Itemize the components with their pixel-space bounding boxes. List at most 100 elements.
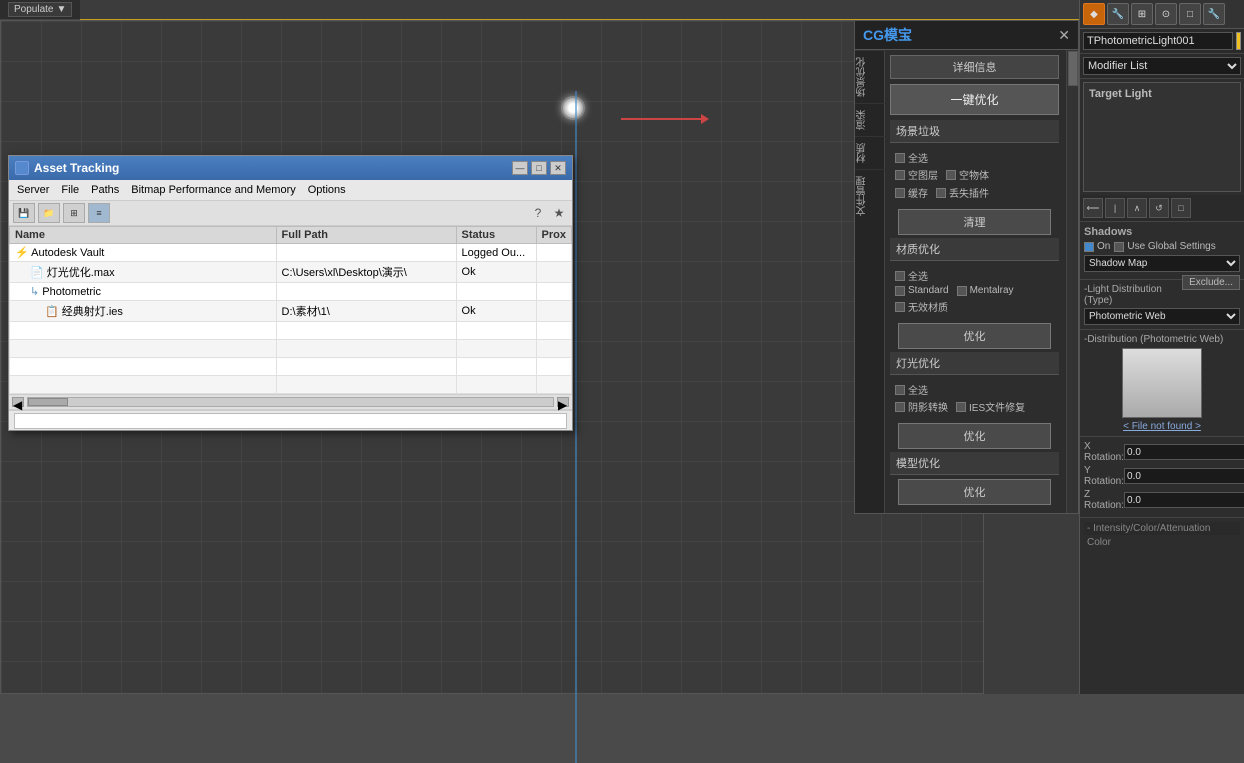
rp-icon-modify[interactable]: 🔧 (1107, 3, 1129, 25)
si-icon-refresh[interactable]: ↺ (1149, 198, 1169, 218)
at-horizontal-scrollbar[interactable]: ◀ ▶ (9, 395, 572, 410)
empty-layer-checkbox[interactable] (895, 170, 905, 180)
at-menu-options[interactable]: Options (302, 182, 352, 198)
target-light-section: Target Light (1083, 82, 1241, 192)
table-row[interactable] (10, 358, 572, 376)
shadows-global-checkbox[interactable] (1114, 242, 1124, 252)
cg-close-button[interactable]: ✕ (1058, 27, 1070, 44)
shadow-map-select[interactable]: Shadow Map (1084, 255, 1240, 272)
at-scroll-left-btn[interactable]: ◀ (12, 397, 24, 407)
at-menu-paths[interactable]: Paths (85, 182, 125, 198)
light-dist-select[interactable]: Photometric Web (1084, 308, 1240, 325)
rp-icon-display[interactable]: □ (1179, 3, 1201, 25)
object-name-input[interactable] (1083, 32, 1233, 50)
cg-tab-file[interactable]: 文件管理 (855, 169, 885, 222)
one-click-optimize-button[interactable]: 一键优化 (890, 84, 1059, 115)
at-save-button[interactable]: 💾 (13, 203, 35, 223)
rp-icon-hierarchy[interactable]: ⊞ (1131, 3, 1153, 25)
select-all-checkbox[interactable] (895, 153, 905, 163)
exclude-button[interactable]: Exclude... (1182, 275, 1240, 290)
cg-tab-scene[interactable]: 场景优化 (855, 50, 885, 103)
intensity-title[interactable]: - Intensity/Color/Attenuation (1084, 522, 1240, 535)
at-menu-bitmap[interactable]: Bitmap Performance and Memory (125, 182, 301, 198)
file-not-found-link[interactable]: < File not found > (1084, 421, 1240, 432)
mat-select-all-row: 全选 (895, 268, 1054, 283)
at-title-text: Asset Tracking (34, 161, 119, 175)
empty-layer-cb-item: 空图层 (895, 167, 938, 182)
at-help-icon[interactable]: ? (529, 204, 547, 222)
invalid-mat-checkbox[interactable] (895, 302, 905, 312)
at-scrollbar-track[interactable] (27, 397, 554, 407)
scene-garbage-title: 场景垃圾 (896, 126, 940, 138)
si-icon-back[interactable]: ⟵ (1083, 198, 1103, 218)
populate-button[interactable]: Populate ▼ (8, 2, 72, 17)
light-cb-row1: 阴影转换 IES文件修复 (895, 399, 1054, 414)
at-grid-button[interactable]: ⊞ (63, 203, 85, 223)
at-minimize-button[interactable]: — (512, 161, 528, 175)
missing-plugin-checkbox[interactable] (936, 188, 946, 198)
material-optimize-button[interactable]: 优化 (898, 323, 1050, 349)
at-close-button[interactable]: ✕ (550, 161, 566, 175)
si-icon-up[interactable]: ∧ (1127, 198, 1147, 218)
table-row[interactable]: ↳ Photometric (10, 283, 572, 301)
clean-button[interactable]: 清理 (898, 209, 1050, 235)
mentalray-checkbox[interactable] (957, 286, 967, 296)
empty-obj-checkbox[interactable] (946, 170, 956, 180)
table-row[interactable] (10, 340, 572, 358)
light-select-all-row: 全选 (895, 382, 1054, 397)
table-row[interactable]: 📄 灯光优化.max C:\Users\xl\Desktop\演示\ Ok (10, 262, 572, 283)
cg-tab-material[interactable]: 材质 (855, 136, 885, 169)
mentalray-cb-item: Mentalray (957, 285, 1014, 296)
empty-obj-label: 空物体 (959, 167, 989, 182)
y-rotation-label: Y Rotation: (1084, 465, 1124, 487)
rp-icon-utilities[interactable]: 🔧 (1203, 3, 1225, 25)
table-row[interactable] (10, 322, 572, 340)
x-rotation-input[interactable] (1124, 444, 1244, 460)
invalid-mat-label: 无效材质 (908, 299, 948, 314)
light-optimize-button[interactable]: 优化 (898, 423, 1050, 449)
ies-repair-checkbox[interactable] (956, 402, 966, 412)
cg-tab-render[interactable]: 渲染 (855, 103, 885, 136)
at-settings-icon[interactable]: ★ (550, 204, 568, 222)
at-cell-path (276, 283, 456, 301)
at-titlebar: Asset Tracking — □ ✕ (9, 156, 572, 180)
cache-checkbox[interactable] (895, 188, 905, 198)
table-row[interactable]: 📋 经典射灯.ies D:\素材\1\ Ok (10, 301, 572, 322)
light-select-all-checkbox[interactable] (895, 385, 905, 395)
at-cell-name: 📋 经典射灯.ies (10, 301, 277, 322)
rp-icon-diamond[interactable]: ◆ (1083, 3, 1105, 25)
at-maximize-button[interactable]: □ (531, 161, 547, 175)
shadow-convert-checkbox[interactable] (895, 402, 905, 412)
at-folder-button[interactable]: 📁 (38, 203, 60, 223)
at-menu-server[interactable]: Server (11, 182, 55, 198)
cg-scrollbar[interactable] (1066, 50, 1078, 513)
shadows-row: On Use Global Settings (1084, 241, 1240, 252)
at-cell-path: D:\素材\1\ (276, 301, 456, 322)
table-row[interactable] (10, 376, 572, 394)
mat-select-all-item: 全选 (895, 268, 928, 283)
shadows-on-checkbox[interactable] (1084, 242, 1094, 252)
populate-label: Populate (14, 4, 53, 15)
si-icon-box[interactable]: □ (1171, 198, 1191, 218)
vertical-guide-line (575, 91, 577, 763)
at-status-input[interactable] (14, 413, 567, 429)
z-rotation-input[interactable] (1124, 492, 1244, 508)
at-scroll-right-btn[interactable]: ▶ (557, 397, 569, 407)
missing-plugin-cb-item: 丢失插件 (936, 185, 989, 200)
table-row[interactable]: ⚡ Autodesk Vault Logged Ou... (10, 244, 572, 262)
standard-checkbox[interactable] (895, 286, 905, 296)
missing-plugin-label: 丢失插件 (949, 185, 989, 200)
modifier-list-select[interactable]: Modifier List (1083, 57, 1241, 75)
at-menu-file[interactable]: File (55, 182, 85, 198)
mat-select-all-checkbox[interactable] (895, 271, 905, 281)
y-rotation-input[interactable] (1124, 468, 1244, 484)
cg-scroll-thumb[interactable] (1068, 51, 1078, 86)
model-optimize-button[interactable]: 优化 (898, 479, 1050, 505)
at-list-button[interactable]: ≡ (88, 203, 110, 223)
object-color-box[interactable] (1236, 32, 1241, 50)
detail-info-button[interactable]: 详细信息 (890, 55, 1059, 79)
rp-icon-motion[interactable]: ⊙ (1155, 3, 1177, 25)
si-icon-separator[interactable]: | (1105, 198, 1125, 218)
empty-layer-label: 空图层 (908, 167, 938, 182)
at-scrollbar-thumb[interactable] (28, 398, 68, 406)
